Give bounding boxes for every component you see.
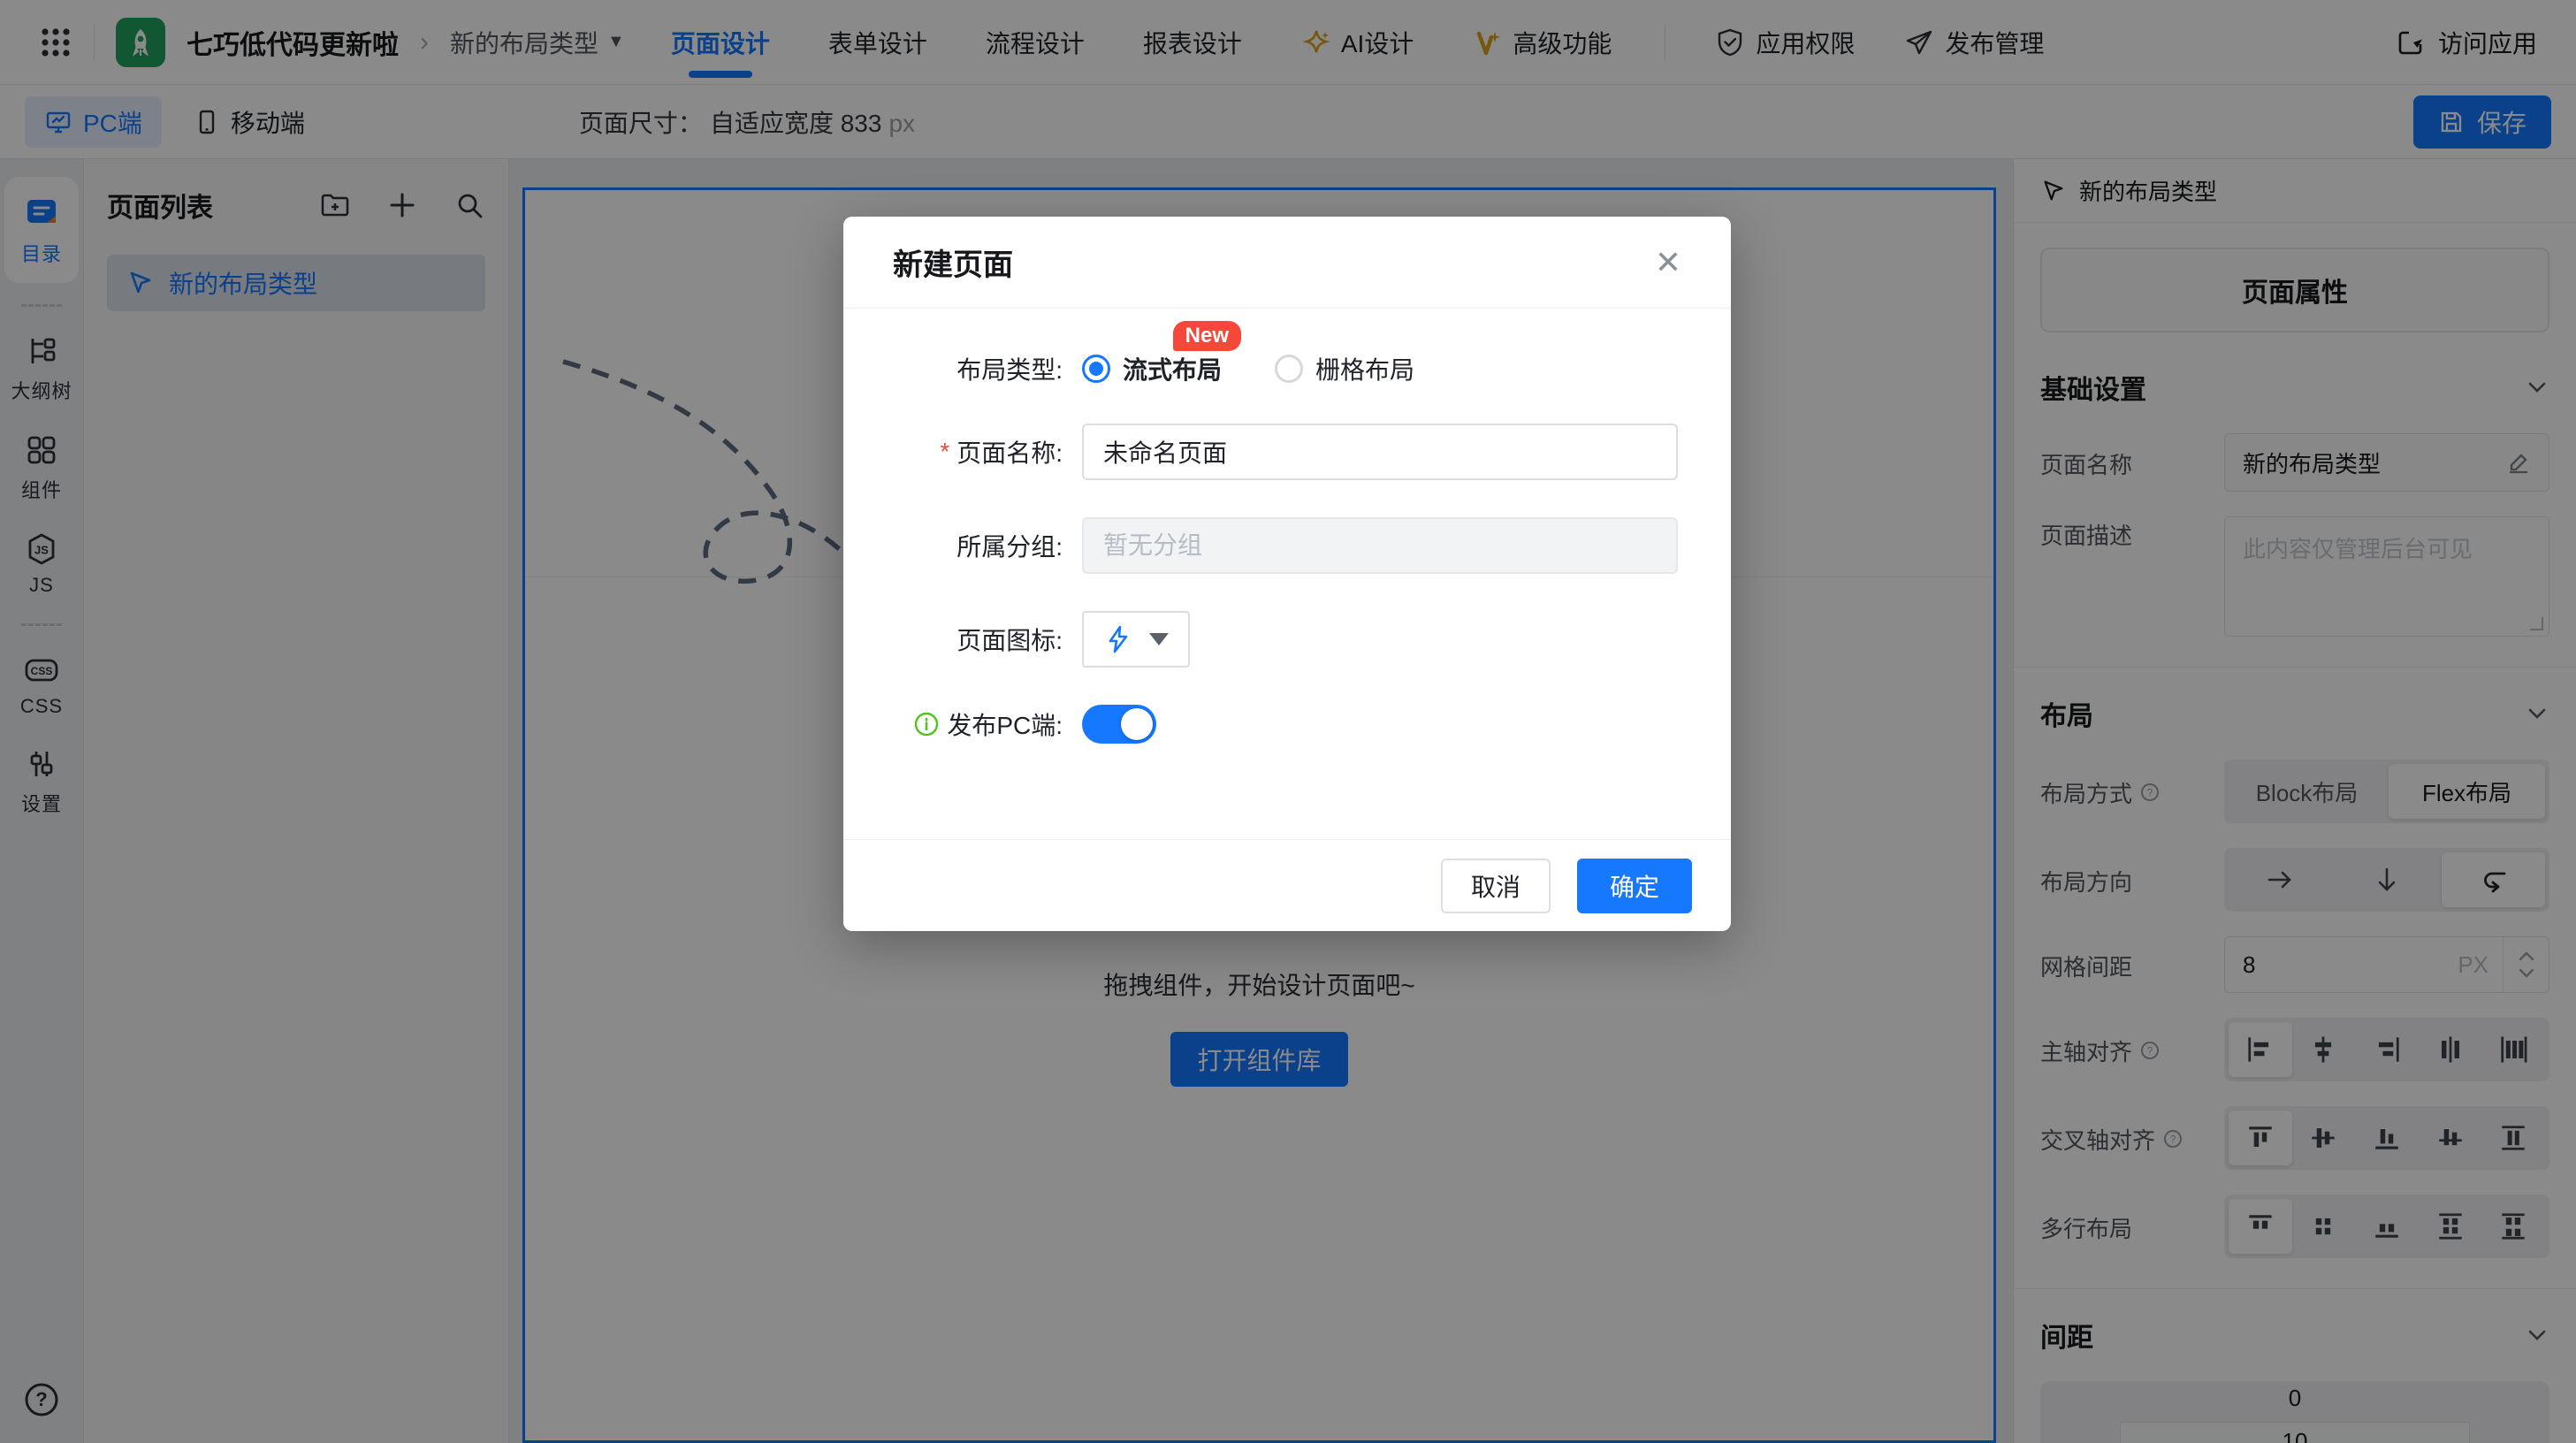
group-label: 所属分组: — [896, 528, 1063, 563]
publish-pc-toggle-on[interactable] — [1082, 705, 1156, 744]
radio-flow-layout[interactable]: 流式布局 New — [1082, 351, 1222, 386]
close-icon[interactable]: ✕ — [1655, 247, 1681, 279]
layout-type-label: 布局类型: — [896, 351, 1063, 386]
caret-down-icon — [1149, 633, 1169, 645]
page-name-input[interactable] — [1082, 424, 1678, 480]
modal-body: 布局类型: 流式布局 New 栅格布局 * 页面名称: 所属分组: — [843, 309, 1731, 839]
confirm-button[interactable]: 确定 — [1577, 859, 1692, 913]
modal-title: 新建页面 — [893, 240, 1013, 284]
cancel-button[interactable]: 取消 — [1441, 859, 1551, 913]
radio-unselected-icon — [1275, 355, 1303, 383]
radio-grid-layout[interactable]: 栅格布局 — [1275, 351, 1414, 386]
layout-type-radio-group: 流式布局 New 栅格布局 — [1082, 351, 1414, 386]
row-publish-pc: 发布PC端: — [896, 705, 1678, 744]
modal-footer: 取消 确定 — [843, 839, 1731, 931]
modal-header: 新建页面 ✕ — [843, 217, 1731, 309]
page-icon-label: 页面图标: — [896, 622, 1063, 657]
info-circle-icon — [913, 711, 940, 737]
row-page-name: * 页面名称: — [896, 424, 1678, 480]
new-badge: New — [1173, 321, 1241, 351]
row-group: 所属分组: — [896, 517, 1678, 574]
row-layout-type: 布局类型: 流式布局 New 栅格布局 — [896, 351, 1678, 386]
lightning-bolt-icon — [1103, 624, 1133, 654]
publish-pc-label: 发布PC端: — [947, 706, 1063, 742]
required-asterisk: * — [940, 438, 949, 466]
radio-selected-icon — [1082, 355, 1110, 383]
page-name-label: 页面名称: — [956, 434, 1063, 470]
new-page-modal: 新建页面 ✕ 布局类型: 流式布局 New 栅格布局 * 页面名称: — [843, 217, 1731, 931]
row-page-icon: 页面图标: — [896, 611, 1678, 668]
group-select[interactable] — [1082, 517, 1678, 574]
page-icon-select[interactable] — [1082, 611, 1190, 668]
